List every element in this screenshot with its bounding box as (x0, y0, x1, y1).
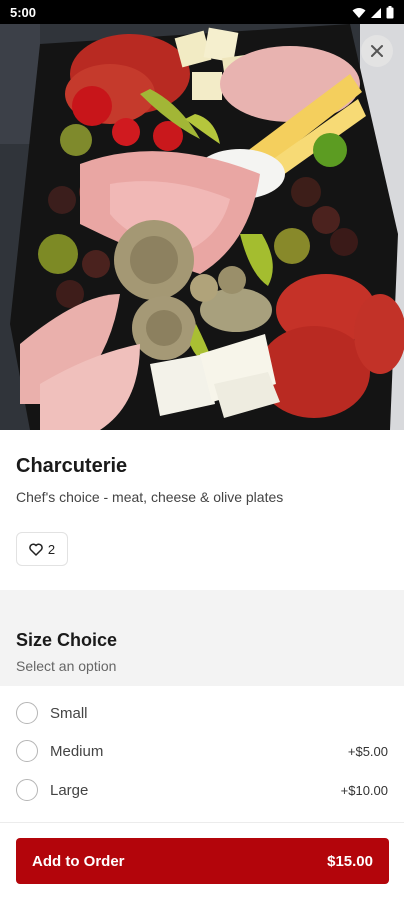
option-price: +$5.00 (347, 743, 388, 759)
close-button[interactable] (361, 35, 393, 67)
wifi-icon (352, 7, 366, 18)
option-label: Medium (50, 742, 104, 760)
heart-icon (29, 543, 43, 556)
size-option-small[interactable]: Small (0, 694, 404, 732)
item-title: Charcuterie (16, 455, 128, 477)
radio-button[interactable] (16, 702, 38, 724)
add-to-order-button[interactable]: Add to Order $15.00 (16, 838, 389, 884)
size-option-large[interactable]: Large +$10.00 (0, 771, 404, 809)
close-icon (371, 45, 383, 57)
like-count: 2 (47, 541, 56, 557)
order-total: $15.00 (327, 852, 373, 870)
signal-icon (371, 7, 381, 18)
radio-button[interactable] (16, 779, 38, 801)
item-photo (0, 24, 404, 430)
battery-icon (386, 6, 394, 19)
status-icons (352, 6, 394, 19)
like-button[interactable]: 2 (16, 532, 68, 566)
size-section-subtitle: Select an option (16, 658, 117, 674)
option-label: Large (50, 781, 89, 799)
status-time: 5:00 (10, 5, 37, 20)
item-description: Chef's choice - meat, cheese & olive pla… (16, 489, 284, 505)
status-bar: 5:00 (0, 0, 404, 24)
size-section-title: Size Choice (16, 630, 118, 650)
option-label: Small (50, 704, 88, 722)
radio-button[interactable] (16, 740, 38, 762)
add-to-order-label: Add to Order (32, 852, 125, 870)
size-option-medium[interactable]: Medium +$5.00 (0, 732, 404, 770)
option-price: +$10.00 (340, 782, 388, 798)
